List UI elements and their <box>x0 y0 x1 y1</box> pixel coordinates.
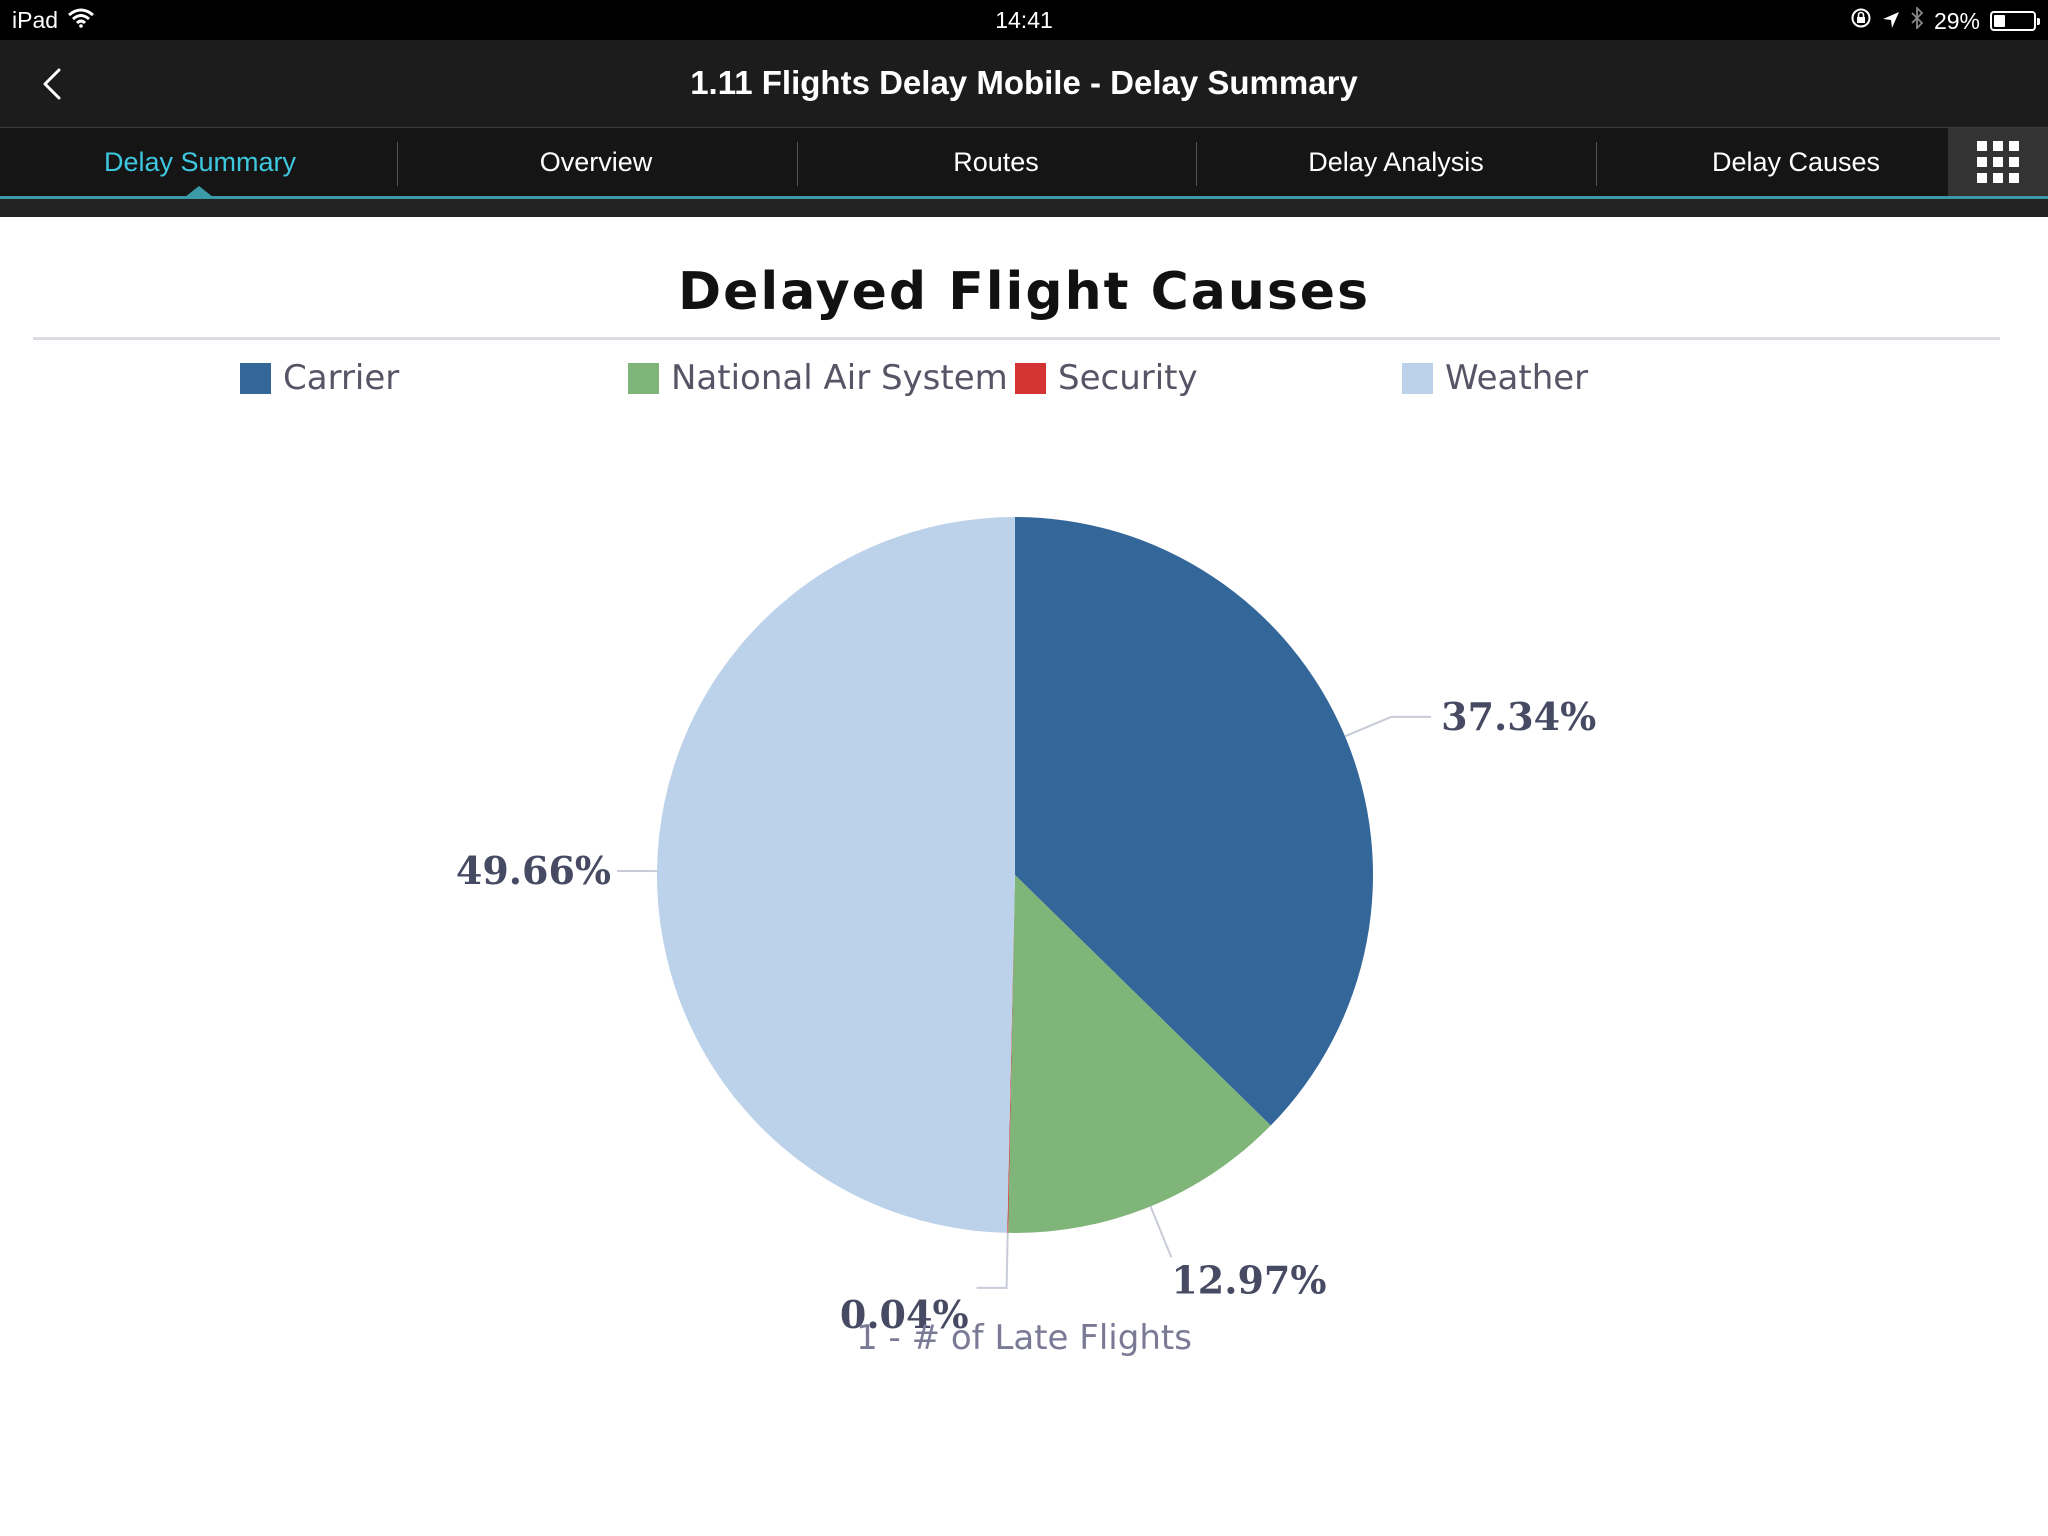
data-label: 12.97% <box>1171 1257 1326 1302</box>
label-leader-line <box>976 1232 1009 1289</box>
data-label: 49.66% <box>456 848 611 893</box>
label-leader-line <box>1149 1205 1173 1258</box>
data-label: 37.34% <box>1441 694 1596 739</box>
pie-slice-weather[interactable] <box>656 517 1015 1233</box>
label-leader-line <box>1344 715 1432 738</box>
pie-chart: 37.34%12.97%0.04%49.66% <box>456 517 1596 1337</box>
chart-subcaption: 1 - # of Late Flights <box>856 1318 1192 1358</box>
